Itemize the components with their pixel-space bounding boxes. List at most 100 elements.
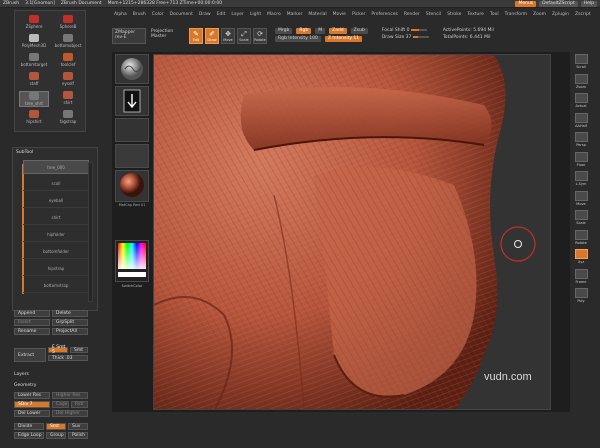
tool-item[interactable]: SphereB bbox=[53, 15, 83, 29]
switch-color-button[interactable]: SwitchColor bbox=[115, 284, 149, 288]
tool-item[interactable]: ZSphere bbox=[19, 15, 49, 29]
scale-button[interactable]: Scale bbox=[571, 210, 591, 228]
tool-item[interactable]: staff bbox=[19, 72, 49, 86]
tool-item[interactable]: PolyMesh3D bbox=[19, 34, 49, 48]
thick-slider[interactable]: Thick .03 bbox=[48, 355, 88, 361]
tool-item[interactable]: toolclef bbox=[53, 53, 83, 67]
subtool-row[interactable]: eyeball bbox=[23, 194, 89, 208]
suv-toggle[interactable]: Suv bbox=[68, 423, 88, 430]
menu-material[interactable]: Material bbox=[308, 12, 326, 17]
subtool-row[interactable]: shirt bbox=[23, 211, 89, 225]
alpha-thumbnail[interactable] bbox=[115, 118, 149, 142]
viewport[interactable] bbox=[153, 54, 551, 410]
rename-button[interactable]: Rename bbox=[14, 328, 50, 335]
subtool-row[interactable]: hipfolder bbox=[23, 228, 89, 242]
menu-picker[interactable]: Picker bbox=[352, 12, 365, 17]
stroke-thumbnail[interactable] bbox=[115, 86, 149, 116]
menu-document[interactable]: Document bbox=[170, 12, 193, 17]
brush-thumbnail[interactable] bbox=[115, 54, 149, 84]
tool-item[interactable]: bottomtarget bbox=[19, 53, 49, 67]
cage-button[interactable]: Cage bbox=[52, 401, 69, 408]
del-lower-button[interactable]: Del Lower bbox=[14, 410, 50, 417]
divide-smt-toggle[interactable]: Smt bbox=[46, 423, 66, 430]
draw-mode-button[interactable]: ✐ Draw bbox=[205, 28, 219, 44]
rgb-toggle[interactable]: Rgb bbox=[296, 28, 312, 34]
menu-zoom[interactable]: Zoom bbox=[533, 12, 546, 17]
frame-button[interactable]: Frame bbox=[571, 268, 591, 287]
tool-item[interactable]: tree_shrt bbox=[19, 91, 49, 107]
divide-button[interactable]: Divide bbox=[14, 423, 44, 430]
scroll-button[interactable]: Scroll bbox=[571, 54, 591, 72]
menu-stroke[interactable]: Stroke bbox=[447, 12, 461, 17]
menu-marker[interactable]: Marker bbox=[287, 12, 303, 17]
m-toggle[interactable]: M bbox=[315, 28, 326, 34]
menu-layer[interactable]: Layer bbox=[231, 12, 244, 17]
move-mode-button[interactable]: ✥ Move bbox=[221, 28, 235, 44]
lower-res-button[interactable]: Lower Res bbox=[14, 392, 50, 399]
help-button[interactable]: Help bbox=[580, 1, 597, 7]
menu-render[interactable]: Render bbox=[404, 12, 420, 17]
menu-edit[interactable]: Edit bbox=[217, 12, 226, 17]
default-zscript-button[interactable]: DefaultZScript bbox=[539, 1, 578, 7]
sdiv-slider[interactable]: SDiv 7 bbox=[14, 401, 50, 408]
persp-button[interactable]: Persp bbox=[571, 132, 591, 150]
edge-loop-button[interactable]: Edge Loop bbox=[14, 432, 44, 439]
menus-button[interactable]: Menus bbox=[515, 1, 537, 7]
subtool-scrollbar[interactable] bbox=[88, 162, 93, 302]
layers-header[interactable]: Layers bbox=[14, 372, 29, 377]
menu-alpha[interactable]: Alpha bbox=[114, 12, 127, 17]
tool-item[interactable]: bottomobject bbox=[53, 34, 83, 48]
menu-stencil[interactable]: Stencil bbox=[426, 12, 441, 17]
z-intensity-slider[interactable]: Z Intensity 11 bbox=[324, 36, 363, 42]
lsym-button[interactable]: L.Sym bbox=[571, 171, 591, 189]
material-thumbnail[interactable] bbox=[115, 170, 149, 202]
rgb-intensity-slider[interactable]: Rgb Intensity 100 bbox=[275, 36, 321, 42]
menu-macro[interactable]: Macro bbox=[267, 12, 281, 17]
zadd-toggle[interactable]: Zadd bbox=[329, 28, 347, 34]
rotate-button[interactable]: Rotate bbox=[571, 229, 591, 248]
subtool-row[interactable]: bottomstrap bbox=[23, 279, 89, 293]
geometry-header[interactable]: Geometry bbox=[14, 383, 36, 388]
subtool-row[interactable]: scall bbox=[23, 177, 89, 191]
menu-movie[interactable]: Movie bbox=[333, 12, 346, 17]
mrgb-toggle[interactable]: Mrgb bbox=[275, 28, 293, 34]
rotate-mode-button[interactable]: ⟳ Rotate bbox=[253, 28, 267, 44]
delete-button[interactable]: Delete bbox=[52, 310, 88, 317]
tool-item[interactable]: hipshirt bbox=[19, 110, 49, 124]
menu-draw[interactable]: Draw bbox=[199, 12, 211, 17]
color-picker[interactable] bbox=[115, 240, 149, 282]
xyz-button[interactable]: Xyz bbox=[571, 249, 591, 267]
rstr-button[interactable]: Rstr bbox=[71, 401, 88, 408]
zsub-toggle[interactable]: Zsub bbox=[350, 28, 368, 34]
grpsplit-button[interactable]: GrpSplit bbox=[52, 319, 88, 326]
tool-item[interactable]: eyself bbox=[53, 72, 83, 86]
tool-item[interactable]: fagstrap bbox=[53, 110, 83, 124]
zoom-button[interactable]: Zoom bbox=[571, 73, 591, 92]
scale-mode-button[interactable]: ⤢ Scale bbox=[237, 28, 251, 44]
texture-thumbnail[interactable] bbox=[115, 144, 149, 168]
menu-brush[interactable]: Brush bbox=[133, 12, 146, 17]
group-toggle[interactable]: Group bbox=[46, 432, 66, 439]
append-button[interactable]: Append bbox=[14, 310, 50, 317]
tool-item[interactable]: shirt bbox=[53, 91, 83, 105]
e-smt-slider[interactable]: E Smt 5 bbox=[48, 345, 68, 355]
actual-button[interactable]: Actual bbox=[571, 93, 591, 111]
move-button[interactable]: Move bbox=[571, 190, 591, 209]
higher-res-button[interactable]: Higher Res bbox=[52, 392, 88, 399]
menu-color[interactable]: Color bbox=[152, 12, 164, 17]
draw-size-slider[interactable]: Draw Size 37 bbox=[382, 35, 412, 40]
menu-preferences[interactable]: Preferences bbox=[371, 12, 397, 17]
smt-toggle[interactable]: Smt bbox=[70, 347, 88, 353]
zmapper-button[interactable]: ZMapper rev-E bbox=[112, 28, 146, 44]
subtool-row[interactable]: hipstrap bbox=[23, 262, 89, 276]
poly-button[interactable]: Poly bbox=[571, 288, 591, 306]
edit-mode-button[interactable]: ✎ Edit bbox=[189, 28, 203, 44]
subtool-row[interactable]: bottomfolder bbox=[23, 245, 89, 259]
menu-transform[interactable]: Transform bbox=[505, 12, 527, 17]
insert-button[interactable]: Insert bbox=[14, 319, 50, 326]
floor-button[interactable]: Floor bbox=[571, 151, 591, 170]
menu-texture[interactable]: Texture bbox=[467, 12, 483, 17]
menu-tool[interactable]: Tool bbox=[490, 12, 499, 17]
menu-zplugin[interactable]: Zplugin bbox=[552, 12, 569, 17]
extract-button[interactable]: Extract bbox=[14, 348, 46, 362]
